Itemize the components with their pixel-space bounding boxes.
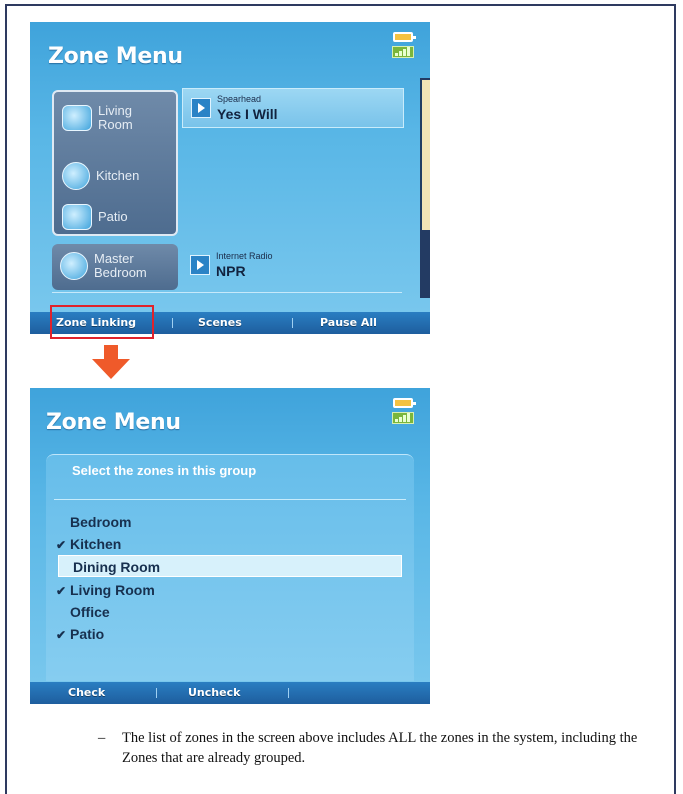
now-playing-source: Spearhead xyxy=(217,94,262,104)
signal-icon xyxy=(392,46,414,58)
status-indicators xyxy=(390,398,416,424)
bar-separator xyxy=(292,318,293,328)
check-button[interactable]: Check xyxy=(68,686,105,699)
divider xyxy=(52,292,402,293)
check-icon: ✔ xyxy=(56,584,67,598)
down-arrow-icon xyxy=(92,345,130,379)
screen-title: Zone Menu xyxy=(48,44,183,69)
patio-icon xyxy=(62,204,92,230)
bedroom-icon xyxy=(60,252,88,280)
zone-item-master-bedroom[interactable]: Master Bedroom xyxy=(52,244,178,290)
divider xyxy=(54,499,406,500)
zone-group-panel[interactable]: Living Room Kitchen Patio xyxy=(52,90,178,236)
zone-option-label: Bedroom xyxy=(70,514,132,530)
bar-separator xyxy=(172,318,173,328)
bar-separator xyxy=(288,688,289,698)
battery-icon xyxy=(393,398,416,408)
now-playing-card[interactable]: Internet Radio NPR xyxy=(182,246,402,284)
check-icon: ✔ xyxy=(56,538,67,552)
now-playing-title: Yes I Will xyxy=(217,106,278,122)
caption-text: The list of zones in the screen above in… xyxy=(122,730,638,766)
zone-option-dining-room[interactable]: Dining Room xyxy=(58,555,402,577)
now-playing-card[interactable]: Spearhead Yes I Will xyxy=(182,88,404,128)
zone-option-living-room[interactable]: ✔ Living Room xyxy=(56,579,396,601)
zone-menu-screen-select: Zone Menu Select the zones in this group… xyxy=(30,388,430,704)
zone-option-label: Patio xyxy=(70,626,105,642)
zone-menu-screen-main: Zone Menu Living Room Kitchen Patio Mast… xyxy=(30,22,430,334)
caption-dash: – xyxy=(98,730,106,746)
zone-item-patio[interactable]: Patio xyxy=(62,204,128,230)
zone-option-label: Living Room xyxy=(70,582,155,598)
check-icon: ✔ xyxy=(56,628,67,642)
play-icon xyxy=(190,255,210,275)
zone-label: Master Bedroom xyxy=(94,251,147,280)
scenes-button[interactable]: Scenes xyxy=(198,316,242,329)
zone-option-bedroom[interactable]: Bedroom xyxy=(56,511,396,533)
now-playing-source: Internet Radio xyxy=(216,251,273,261)
zone-item-kitchen[interactable]: Kitchen xyxy=(62,162,139,190)
battery-icon xyxy=(393,32,416,42)
select-prompt: Select the zones in this group xyxy=(72,463,257,478)
play-icon xyxy=(191,98,211,118)
living-room-icon xyxy=(62,105,92,131)
kitchen-icon xyxy=(62,162,90,190)
pause-all-button[interactable]: Pause All xyxy=(320,316,377,329)
bar-separator xyxy=(156,688,157,698)
uncheck-button[interactable]: Uncheck xyxy=(188,686,240,699)
zone-label: Living Room xyxy=(98,103,133,132)
zone-item-living-room[interactable]: Living Room xyxy=(62,104,148,132)
zone-option-patio[interactable]: ✔ Patio xyxy=(56,623,396,645)
status-indicators xyxy=(390,32,416,58)
zone-select-panel: Select the zones in this group Bedroom ✔… xyxy=(46,454,414,681)
zone-option-office[interactable]: Office xyxy=(56,601,396,623)
zone-label: Patio xyxy=(98,209,128,224)
zone-option-label: Kitchen xyxy=(70,536,122,552)
screen-title: Zone Menu xyxy=(46,410,181,435)
zone-label: Kitchen xyxy=(96,168,140,183)
signal-icon xyxy=(392,412,414,424)
zone-option-label: Office xyxy=(70,604,110,620)
bottom-bar: Check Uncheck xyxy=(30,682,430,704)
zone-option-kitchen[interactable]: ✔ Kitchen xyxy=(56,533,396,555)
caption: – The list of zones in the screen above … xyxy=(98,728,662,768)
now-playing-title: NPR xyxy=(216,263,246,279)
zone-option-label: Dining Room xyxy=(73,559,161,575)
zone-linking-highlight xyxy=(50,305,154,339)
scrollbar-thumb[interactable] xyxy=(420,80,430,230)
